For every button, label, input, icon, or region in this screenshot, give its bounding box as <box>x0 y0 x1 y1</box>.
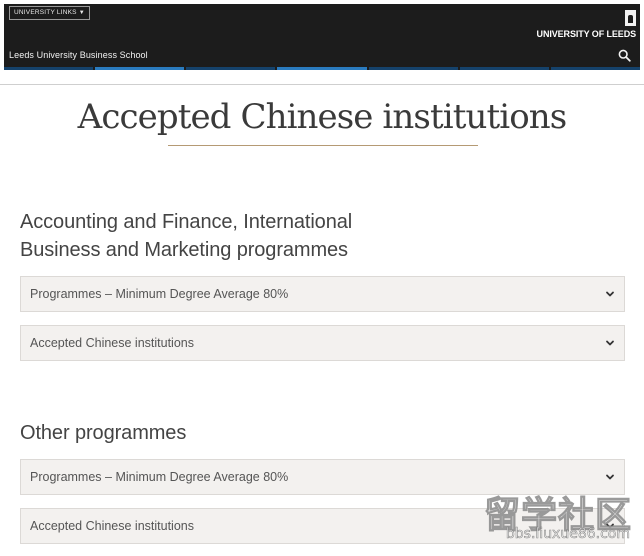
accordion-label: Accepted Chinese institutions <box>30 336 194 350</box>
accordion-label: Programmes – Minimum Degree Average 80% <box>30 287 289 301</box>
university-links-dropdown[interactable]: UNIVERSITY LINKS ▼ <box>9 6 90 20</box>
nav-segment[interactable] <box>95 67 185 70</box>
accordion-min-degree-average[interactable]: Programmes – Minimum Degree Average 80% <box>20 459 625 495</box>
chevron-down-icon <box>606 340 614 346</box>
section-heading-line: Business and Marketing programmes <box>20 239 348 261</box>
school-name-link[interactable]: Leeds University Business School <box>9 50 148 60</box>
chevron-down-icon <box>606 523 614 529</box>
search-button[interactable] <box>618 49 631 62</box>
chevron-down-icon <box>606 291 614 297</box>
accordion-min-degree-average[interactable]: Programmes – Minimum Degree Average 80% <box>20 276 625 312</box>
logo-door-shape <box>628 15 633 23</box>
chevron-down-icon <box>606 474 614 480</box>
divider <box>0 84 644 85</box>
section-heading-other: Other programmes <box>20 422 187 444</box>
nav-segment[interactable] <box>186 67 276 70</box>
accordion-accepted-institutions[interactable]: Accepted Chinese institutions <box>20 325 625 361</box>
site-header: UNIVERSITY LINKS ▼ Leeds University Busin… <box>4 4 640 70</box>
search-icon <box>618 49 631 62</box>
nav-segment[interactable] <box>277 67 367 70</box>
title-underline <box>168 145 478 146</box>
accordion-label: Accepted Chinese institutions <box>30 519 194 533</box>
university-links-label: UNIVERSITY LINKS <box>14 9 77 16</box>
accordion-accepted-institutions[interactable]: Accepted Chinese institutions <box>20 508 625 544</box>
section-heading-line: Accounting and Finance, International <box>20 211 353 233</box>
nav-segment[interactable] <box>459 67 549 70</box>
university-logo-text[interactable]: UNIVERSITY OF LEEDS <box>537 29 637 39</box>
nav-segment[interactable] <box>550 67 640 70</box>
university-logo-icon[interactable] <box>625 10 636 26</box>
section-heading-accounting: Accounting and Finance, International Bu… <box>20 208 400 264</box>
accordion-label: Programmes – Minimum Degree Average 80% <box>30 470 289 484</box>
nav-segment[interactable] <box>368 67 458 70</box>
caret-down-icon: ▼ <box>78 10 85 16</box>
page-title: Accepted Chinese institutions <box>77 97 568 137</box>
nav-strip <box>4 67 640 70</box>
nav-segment[interactable] <box>4 67 94 70</box>
